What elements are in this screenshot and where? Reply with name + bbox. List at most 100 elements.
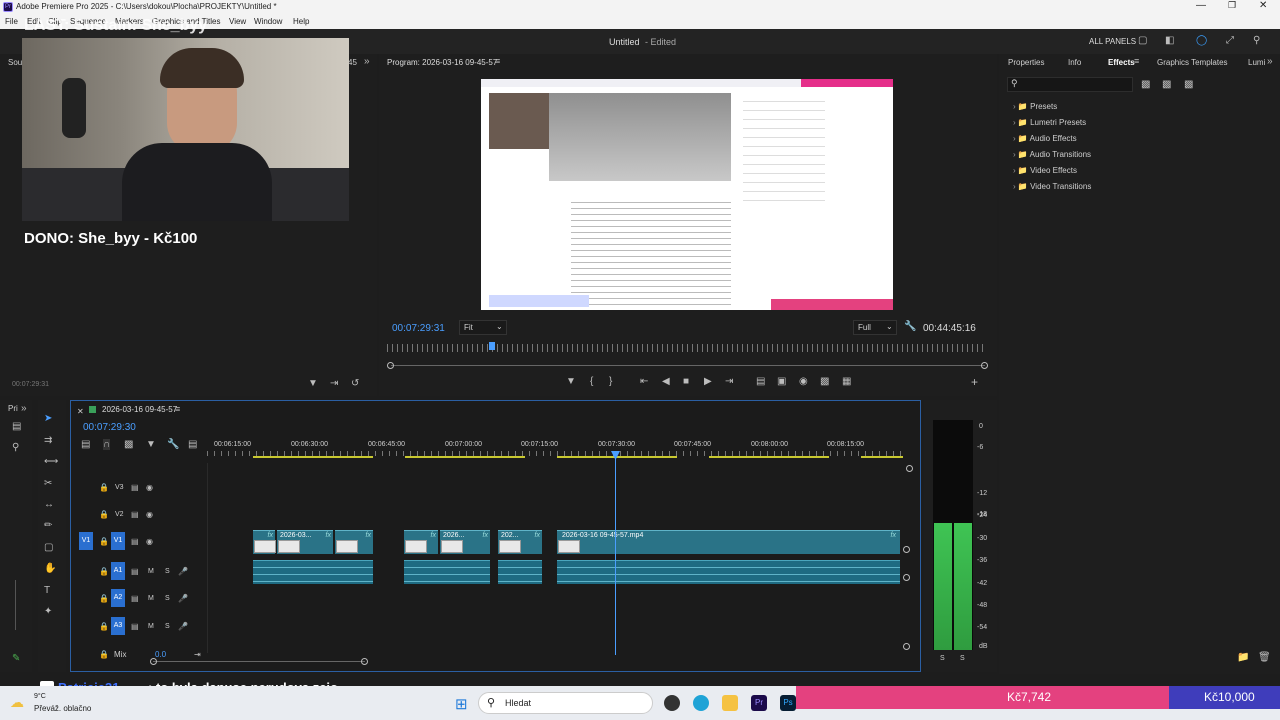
- video-clip[interactable]: 2026-03... fx: [277, 530, 333, 554]
- program-title[interactable]: Program: 2026-03-16 09-45-57: [387, 58, 497, 67]
- lift-icon[interactable]: ▤: [756, 376, 765, 387]
- folder-lumetri-presets[interactable]: › 📁 Lumetri Presets: [1013, 115, 1213, 131]
- effects-search-input[interactable]: ⚲: [1007, 77, 1133, 92]
- solo-button[interactable]: S: [165, 623, 170, 630]
- edge-icon[interactable]: [693, 695, 709, 711]
- lock-icon[interactable]: 🔒: [99, 650, 109, 659]
- overlay-icon[interactable]: ▦: [842, 376, 851, 387]
- eye-icon[interactable]: ◉: [146, 510, 153, 519]
- tab-lumetri[interactable]: Lumi: [1248, 58, 1265, 67]
- step-back-icon[interactable]: ◀: [662, 376, 670, 387]
- track-label-a3[interactable]: A3: [111, 617, 125, 635]
- maximize-icon[interactable]: ❐: [1228, 0, 1236, 11]
- mix-nav-icon[interactable]: ⇥: [194, 650, 201, 659]
- solo-right-button[interactable]: S: [960, 655, 965, 662]
- bin-icon[interactable]: ▤: [12, 421, 21, 432]
- solo-button[interactable]: S: [165, 595, 170, 602]
- lock-icon[interactable]: 🔒: [99, 510, 109, 519]
- 32bit-effects-icon[interactable]: ▩: [1162, 79, 1171, 90]
- menu-icon[interactable]: ≡: [1134, 56, 1139, 66]
- vertical-zoom-top[interactable]: [906, 465, 913, 472]
- photoshop-icon[interactable]: Ps: [780, 695, 796, 711]
- accelerated-effects-icon[interactable]: ▩: [1141, 79, 1150, 90]
- sidebar-icon[interactable]: ◧: [1165, 35, 1174, 46]
- video-clip[interactable]: fx: [404, 530, 438, 554]
- sync-icon[interactable]: ▤: [131, 594, 139, 603]
- timeline-timecode[interactable]: 00:07:29:30: [83, 422, 136, 433]
- pen-icon[interactable]: ✎: [12, 653, 20, 664]
- ripple-edit-icon[interactable]: ⟷: [44, 456, 58, 467]
- folder-audio-transitions[interactable]: › 📁 Audio Transitions: [1013, 147, 1213, 163]
- sync-icon[interactable]: ▤: [131, 537, 139, 546]
- go-to-in-icon[interactable]: ⇤: [640, 376, 648, 387]
- file-explorer-icon[interactable]: [722, 695, 738, 711]
- panel-expand-icon[interactable]: »: [364, 56, 370, 67]
- track-scroll-handle[interactable]: [903, 546, 910, 553]
- folder-video-effects[interactable]: › 📁 Video Effects: [1013, 163, 1213, 179]
- microphone-icon[interactable]: 🎤: [178, 567, 188, 576]
- mute-button[interactable]: M: [148, 568, 154, 575]
- lock-icon[interactable]: 🔒: [99, 622, 109, 631]
- project-tab[interactable]: Pri: [8, 404, 18, 413]
- quality-dropdown[interactable]: Full ⌄: [853, 320, 897, 335]
- track-label-v1[interactable]: V1: [111, 532, 125, 550]
- mute-button[interactable]: M: [148, 595, 154, 602]
- mix-value[interactable]: 0.0: [155, 650, 166, 659]
- track-label-a1[interactable]: A1: [111, 562, 125, 580]
- fit-dropdown[interactable]: Fit ⌄: [459, 320, 507, 335]
- overwrite-icon[interactable]: ↺: [351, 378, 359, 389]
- menu-help[interactable]: Help: [293, 17, 309, 26]
- ai-tool-icon[interactable]: ✦: [44, 606, 52, 617]
- menu-window[interactable]: Window: [254, 17, 282, 26]
- menu-icon[interactable]: ≡: [495, 56, 500, 66]
- mute-button[interactable]: M: [148, 623, 154, 630]
- source-patch-v1[interactable]: V1: [79, 532, 93, 550]
- menu-icon[interactable]: ≡: [175, 404, 180, 414]
- insert-icon[interactable]: ⇥: [330, 378, 338, 389]
- mark-in-icon[interactable]: {: [590, 376, 593, 387]
- extract-icon[interactable]: ▣: [777, 376, 786, 387]
- panel-expand-icon[interactable]: »: [1267, 56, 1273, 67]
- close-icon[interactable]: ✕: [77, 407, 84, 416]
- menu-view[interactable]: View: [229, 17, 246, 26]
- progress-icon[interactable]: ◯: [1196, 35, 1207, 46]
- windows-start-icon[interactable]: ⊞: [455, 695, 468, 713]
- search-icon[interactable]: ⚲: [1253, 35, 1260, 46]
- filter-icon[interactable]: ▼: [308, 378, 318, 389]
- video-clip[interactable]: 2026-03-16 09-45-57.mp4 fx: [557, 530, 900, 554]
- solo-button[interactable]: S: [165, 568, 170, 575]
- premiere-icon[interactable]: Pr: [751, 695, 767, 711]
- folder-presets[interactable]: › 📁 Presets: [1013, 99, 1213, 115]
- sync-icon[interactable]: ▤: [131, 510, 139, 519]
- comparison-icon[interactable]: ▩: [820, 376, 829, 387]
- captions-icon[interactable]: ▤: [188, 439, 197, 450]
- zoom-bar[interactable]: [391, 365, 985, 366]
- rectangle-icon[interactable]: ▢: [44, 542, 53, 553]
- video-clip[interactable]: 2026... fx: [440, 530, 490, 554]
- panel-layout-icon[interactable]: ▢: [1138, 35, 1147, 46]
- track-label-a2[interactable]: A2: [111, 589, 125, 607]
- track-scroll-handle[interactable]: [903, 574, 910, 581]
- audio-clip[interactable]: [557, 560, 900, 584]
- lock-icon[interactable]: 🔒: [99, 567, 109, 576]
- step-forward-icon[interactable]: ▶: [704, 376, 712, 387]
- folder-video-transitions[interactable]: › 📁 Video Transitions: [1013, 179, 1213, 195]
- audio-clip[interactable]: [404, 560, 490, 584]
- track-scroll-handle[interactable]: [903, 643, 910, 650]
- new-bin-icon[interactable]: 📁: [1237, 652, 1249, 663]
- pen-tool-icon[interactable]: ✏: [44, 520, 52, 531]
- snap-icon[interactable]: ▤: [81, 439, 90, 450]
- program-playhead[interactable]: [489, 342, 495, 350]
- sync-icon[interactable]: ▤: [131, 483, 139, 492]
- lock-icon[interactable]: 🔒: [99, 483, 109, 492]
- linked-selection-icon[interactable]: ▩: [124, 439, 133, 450]
- taskbar-search[interactable]: ⚲ Hledat: [478, 692, 653, 714]
- video-clip[interactable]: 202... fx: [498, 530, 542, 554]
- trash-icon[interactable]: 🗑: [1258, 652, 1271, 663]
- mark-out-icon[interactable]: }: [609, 376, 612, 387]
- type-tool-icon[interactable]: T: [44, 585, 50, 596]
- all-panels-button[interactable]: ALL PANELS: [1089, 37, 1136, 46]
- camera-icon[interactable]: ◉: [799, 376, 808, 387]
- go-to-out-icon[interactable]: ⇥: [725, 376, 733, 387]
- eye-icon[interactable]: ◉: [146, 537, 153, 546]
